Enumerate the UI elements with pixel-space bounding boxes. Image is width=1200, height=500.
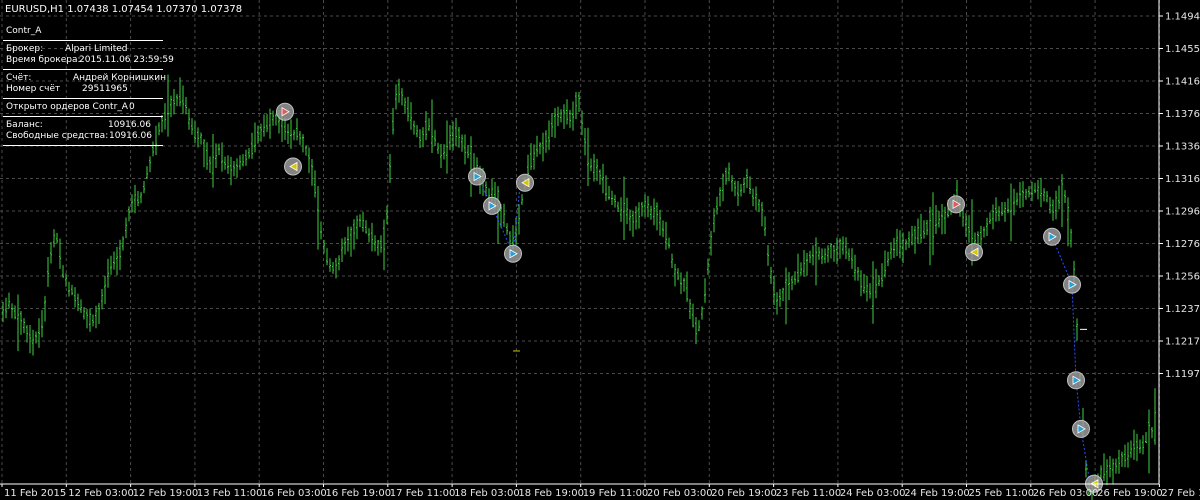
buy-trade-marker bbox=[468, 167, 486, 186]
buy-trade-marker bbox=[1063, 275, 1081, 294]
price-axis: 1.14945 1.14550 1.14160 1.13765 1.13360 1.131… bbox=[1158, 0, 1200, 484]
info-account-number-row: Номер счёт 29511965 bbox=[3, 84, 163, 95]
broker-time-value: 2015.11.06 23:59:59 bbox=[79, 55, 174, 65]
account-value: Андрей Корнишкин bbox=[73, 73, 166, 83]
price-tick-label: 1.13765 bbox=[1165, 109, 1200, 120]
close-trade-marker bbox=[516, 173, 534, 192]
order-line bbox=[1051, 236, 1091, 484]
time-tick-label: 16 Feb 19:00 bbox=[326, 488, 392, 499]
buy-trade-marker bbox=[483, 196, 501, 215]
time-tick-label: 27 Feb 11 bbox=[1161, 488, 1200, 499]
time-tick-label: 25 Feb 11:00 bbox=[969, 488, 1035, 499]
info-divider bbox=[3, 40, 163, 41]
buy-trade-marker bbox=[504, 244, 522, 263]
price-tick-label: 1.12965 bbox=[1165, 207, 1200, 218]
price-tick-label: 1.14160 bbox=[1165, 77, 1200, 88]
price-tick-label: 1.11970 bbox=[1165, 369, 1200, 380]
account-number-value: 29511965 bbox=[82, 84, 128, 94]
info-ea-name-row: Contr_A bbox=[3, 26, 163, 37]
time-tick-label: 12 Feb 03:00 bbox=[68, 488, 134, 499]
balance-value: 10916.06 bbox=[108, 120, 151, 130]
symbol-timeframe: EURUSD,H1 bbox=[5, 4, 65, 15]
buy-trade-marker bbox=[1072, 419, 1090, 438]
info-balance-row: Баланс: 10916.06 bbox=[3, 120, 163, 131]
price-tick-label: 1.14550 bbox=[1165, 44, 1200, 55]
ea-name: Contr_A bbox=[6, 26, 42, 36]
info-free-funds-row: Свободные средства: 10916.06 bbox=[3, 131, 163, 142]
time-tick-label: 11 Feb 2015 bbox=[4, 488, 66, 499]
broker-value: Alpari Limited bbox=[65, 44, 128, 54]
info-open-orders-row: Открыто ордеров Contr_A 0 bbox=[3, 102, 163, 113]
time-tick-label: 23 Feb 11:00 bbox=[776, 488, 842, 499]
price-tick-label: 1.12170 bbox=[1165, 337, 1200, 348]
price-tick-label: 1.12370 bbox=[1165, 304, 1200, 315]
chart-grid bbox=[0, 0, 1160, 484]
sell-trade-marker bbox=[947, 195, 965, 214]
free-funds-value: 10916.06 bbox=[109, 131, 152, 141]
broker-time-label: Время брокера: bbox=[6, 55, 81, 65]
close-trade-marker bbox=[284, 157, 302, 176]
time-tick-label: 26 Feb 19:00 bbox=[1097, 488, 1163, 499]
time-tick-label: 18 Feb 03:00 bbox=[454, 488, 520, 499]
price-tick-label: 1.13160 bbox=[1165, 174, 1200, 185]
chart-window[interactable]: 1.14945 1.14550 1.14160 1.13765 1.13360 1.131… bbox=[0, 0, 1200, 500]
ohlc-values: 1.07438 1.07454 1.07370 1.07378 bbox=[67, 4, 243, 15]
time-tick-label: 20 Feb 03:00 bbox=[647, 488, 713, 499]
open-orders-value: 0 bbox=[129, 102, 135, 112]
symbol-header: EURUSD,H1 1.07438 1.07454 1.07370 1.0737… bbox=[5, 4, 242, 15]
info-divider bbox=[3, 116, 163, 117]
price-tick-label: 1.12565 bbox=[1165, 272, 1200, 283]
time-tick-label: 16 Feb 03:00 bbox=[261, 488, 327, 499]
balance-label: Баланс: bbox=[6, 120, 43, 130]
sell-trade-marker bbox=[276, 102, 294, 121]
time-tick-label: 20 Feb 19:00 bbox=[711, 488, 777, 499]
price-bars bbox=[2, 74, 1156, 500]
close-trade-marker bbox=[965, 243, 983, 262]
price-tick-label: 1.13360 bbox=[1165, 142, 1200, 153]
account-number-label: Номер счёт bbox=[6, 84, 61, 94]
price-tick-label: 1.14945 bbox=[1165, 12, 1200, 23]
info-account-row: Счёт: Андрей Корнишкин bbox=[3, 73, 166, 84]
time-tick-label: 12 Feb 19:00 bbox=[133, 488, 199, 499]
free-funds-label: Свободные средства: bbox=[6, 131, 109, 141]
time-tick-label: 18 Feb 19:00 bbox=[518, 488, 584, 499]
info-broker-time-row: Время брокера: 2015.11.06 23:59:59 bbox=[3, 55, 174, 66]
time-tick-label: 24 Feb 03:00 bbox=[840, 488, 906, 499]
buy-trade-marker bbox=[1067, 371, 1085, 390]
order-lines bbox=[476, 176, 1091, 484]
time-tick-label: 19 Feb 11:00 bbox=[583, 488, 649, 499]
open-orders-label: Открыто ордеров Contr_A bbox=[6, 102, 128, 112]
info-divider bbox=[3, 145, 163, 146]
expert-info-panel: Contr_A Брокер: Alpari Limited Время бро… bbox=[3, 26, 174, 149]
time-tick-label: 26 Feb 03:00 bbox=[1033, 488, 1099, 499]
info-broker-row: Брокер: Alpari Limited bbox=[3, 44, 163, 55]
time-tick-label: 13 Feb 11:00 bbox=[197, 488, 263, 499]
broker-label: Брокер: bbox=[6, 44, 44, 54]
price-chart[interactable]: 1.14945 1.14550 1.14160 1.13765 1.13360 1.131… bbox=[0, 0, 1200, 500]
buy-trade-marker bbox=[1043, 227, 1061, 246]
time-tick-label: 17 Feb 11:00 bbox=[390, 488, 456, 499]
time-axis: 11 Feb 2015 12 Feb 03:0012 Feb 19:0013 Fe… bbox=[0, 483, 1200, 499]
trade-markers bbox=[276, 102, 1103, 493]
account-label: Счёт: bbox=[6, 73, 32, 83]
price-tick-label: 1.12765 bbox=[1165, 239, 1200, 250]
time-tick-label: 24 Feb 19:00 bbox=[904, 488, 970, 499]
info-divider bbox=[3, 69, 163, 70]
info-divider bbox=[3, 98, 163, 99]
